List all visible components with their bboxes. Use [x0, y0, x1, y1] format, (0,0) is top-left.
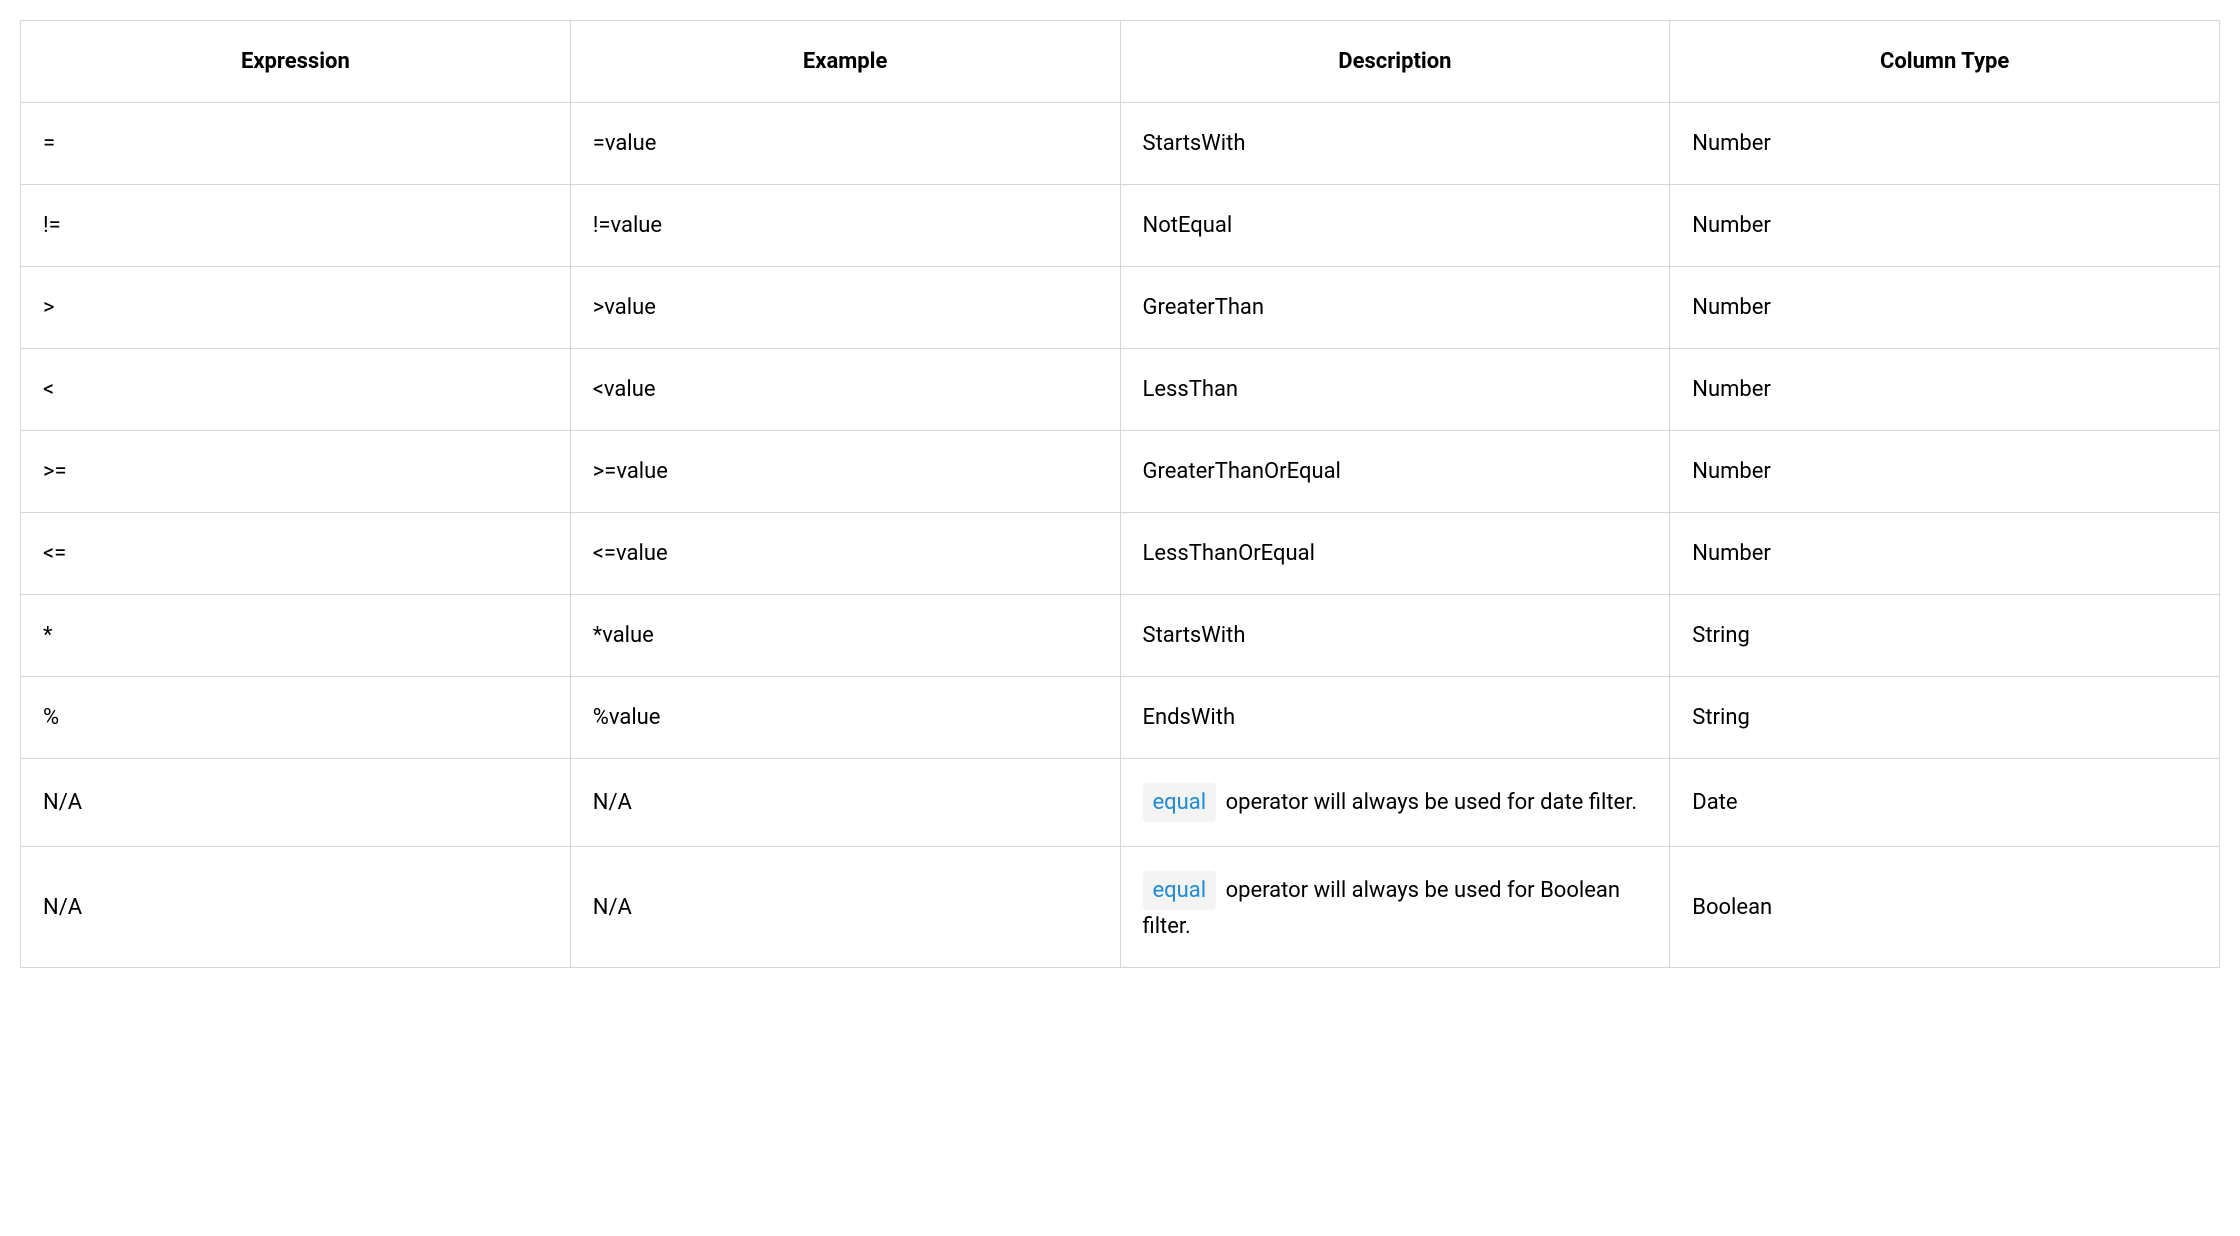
- code-token: equal: [1143, 783, 1217, 822]
- cell-expression: !=: [21, 185, 571, 267]
- description-text: operator will always be used for date fi…: [1220, 790, 1637, 815]
- table-row: N/AN/Aequal operator will always be used…: [21, 847, 2220, 968]
- cell-description: EndsWith: [1120, 677, 1670, 759]
- cell-example: <value: [570, 349, 1120, 431]
- table-header-row: Expression Example Description Column Ty…: [21, 21, 2220, 103]
- cell-expression: <: [21, 349, 571, 431]
- table-row: !=!=valueNotEqualNumber: [21, 185, 2220, 267]
- cell-example: >value: [570, 267, 1120, 349]
- cell-example: >=value: [570, 431, 1120, 513]
- cell-expression: N/A: [21, 847, 571, 968]
- cell-description: StartsWith: [1120, 103, 1670, 185]
- cell-description: equal operator will always be used for B…: [1120, 847, 1670, 968]
- cell-column-type: Number: [1670, 267, 2220, 349]
- cell-example: *value: [570, 595, 1120, 677]
- table-row: ==valueStartsWithNumber: [21, 103, 2220, 185]
- table-row: >=>=valueGreaterThanOrEqualNumber: [21, 431, 2220, 513]
- cell-column-type: Number: [1670, 185, 2220, 267]
- table-row: %%valueEndsWithString: [21, 677, 2220, 759]
- cell-example: %value: [570, 677, 1120, 759]
- cell-column-type: Number: [1670, 431, 2220, 513]
- cell-column-type: String: [1670, 677, 2220, 759]
- cell-column-type: Boolean: [1670, 847, 2220, 968]
- cell-column-type: String: [1670, 595, 2220, 677]
- cell-description: GreaterThan: [1120, 267, 1670, 349]
- cell-example: !=value: [570, 185, 1120, 267]
- code-token: equal: [1143, 871, 1217, 910]
- header-column-type: Column Type: [1670, 21, 2220, 103]
- header-example: Example: [570, 21, 1120, 103]
- cell-expression: *: [21, 595, 571, 677]
- cell-expression: %: [21, 677, 571, 759]
- table-row: **valueStartsWithString: [21, 595, 2220, 677]
- header-description: Description: [1120, 21, 1670, 103]
- cell-column-type: Date: [1670, 759, 2220, 847]
- cell-column-type: Number: [1670, 349, 2220, 431]
- cell-example: N/A: [570, 759, 1120, 847]
- cell-example: =value: [570, 103, 1120, 185]
- filter-expression-table: Expression Example Description Column Ty…: [20, 20, 2220, 968]
- cell-description: GreaterThanOrEqual: [1120, 431, 1670, 513]
- cell-column-type: Number: [1670, 513, 2220, 595]
- table-row: >>valueGreaterThanNumber: [21, 267, 2220, 349]
- cell-description: LessThan: [1120, 349, 1670, 431]
- table-row: <=<=valueLessThanOrEqualNumber: [21, 513, 2220, 595]
- table-row: N/AN/Aequal operator will always be used…: [21, 759, 2220, 847]
- cell-expression: >=: [21, 431, 571, 513]
- cell-description: NotEqual: [1120, 185, 1670, 267]
- cell-description: equal operator will always be used for d…: [1120, 759, 1670, 847]
- cell-expression: N/A: [21, 759, 571, 847]
- cell-expression: <=: [21, 513, 571, 595]
- cell-example: <=value: [570, 513, 1120, 595]
- cell-expression: >: [21, 267, 571, 349]
- cell-example: N/A: [570, 847, 1120, 968]
- table-row: <<valueLessThanNumber: [21, 349, 2220, 431]
- cell-column-type: Number: [1670, 103, 2220, 185]
- cell-description: LessThanOrEqual: [1120, 513, 1670, 595]
- cell-description: StartsWith: [1120, 595, 1670, 677]
- cell-expression: =: [21, 103, 571, 185]
- header-expression: Expression: [21, 21, 571, 103]
